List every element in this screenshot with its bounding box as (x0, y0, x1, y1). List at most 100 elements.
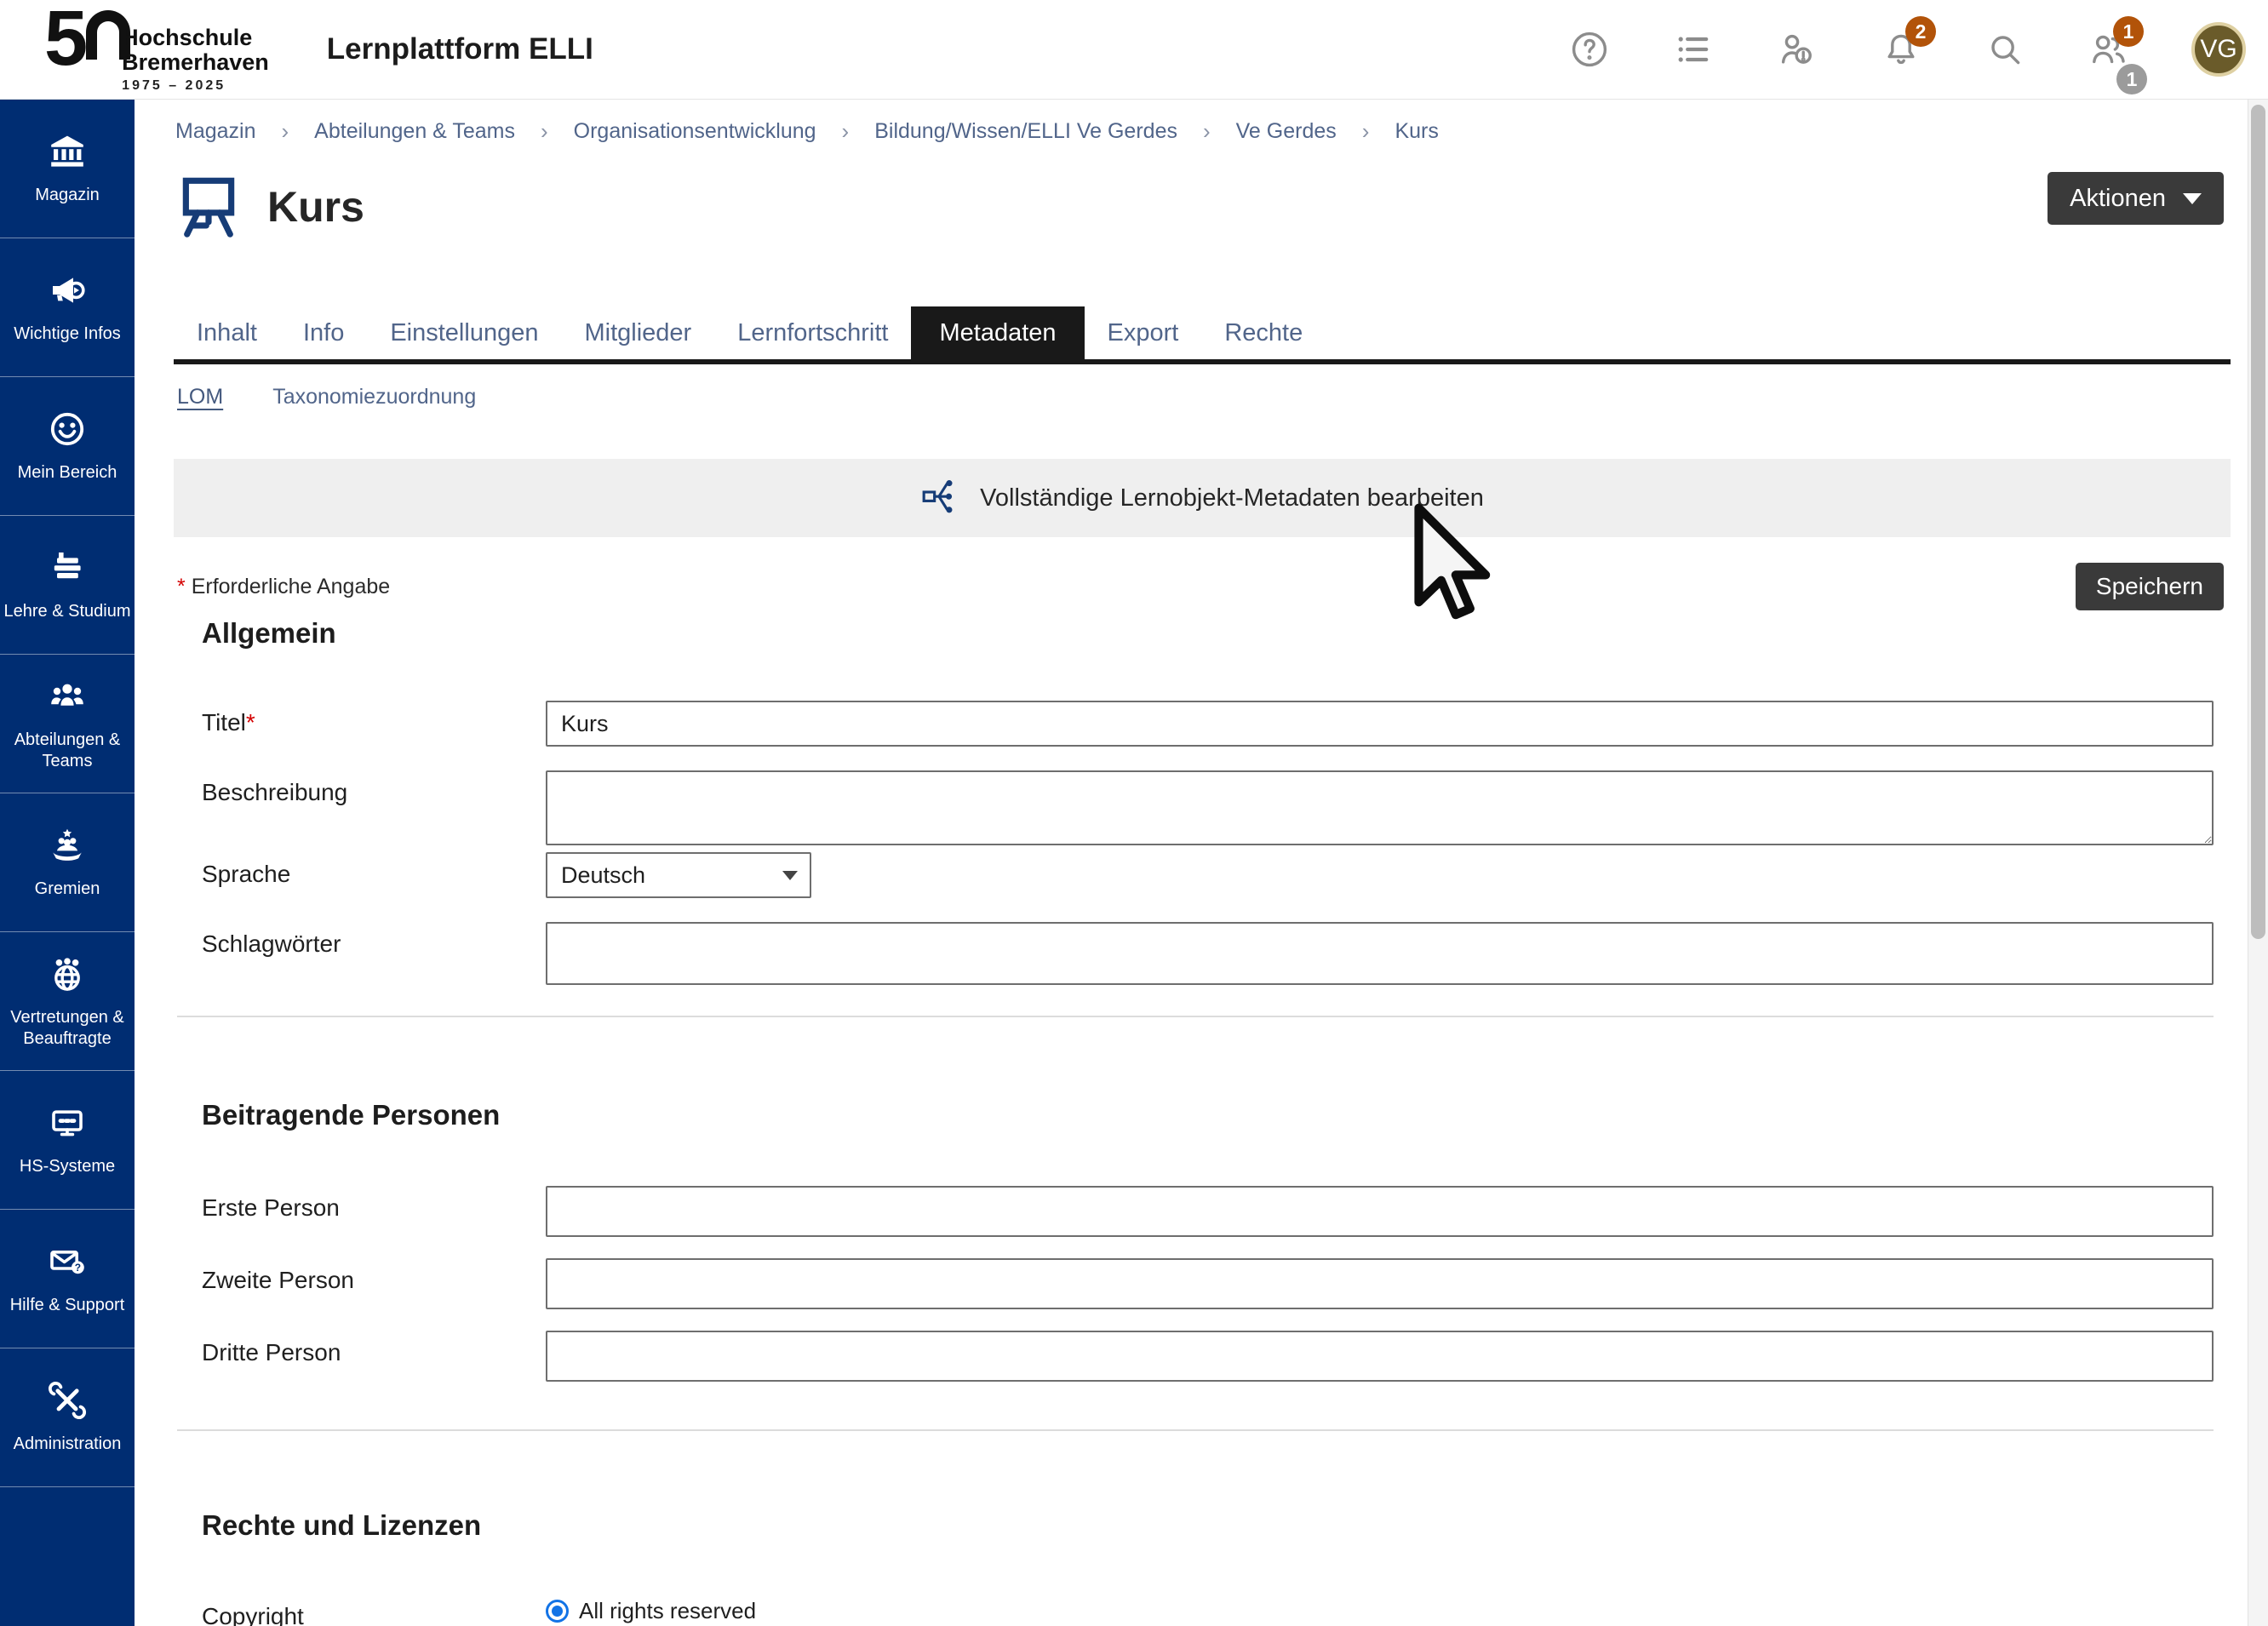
logo-line1: Hochschule (122, 26, 269, 50)
monitor-icon (47, 1102, 88, 1148)
breadcrumb-separator: › (842, 118, 850, 145)
list-menu-icon[interactable] (1672, 28, 1715, 71)
erste-person-input[interactable] (546, 1186, 2214, 1237)
logo-years: 1975 – 2025 (122, 78, 269, 94)
tab-einstellungen[interactable]: Einstellungen (367, 306, 561, 359)
sidebar-item-label: Abteilungen & Teams (3, 730, 132, 772)
app-title: Lernplattform ELLI (327, 32, 593, 66)
tab-rechte[interactable]: Rechte (1201, 306, 1326, 359)
breadcrumb-separator: › (541, 118, 548, 145)
mail-question-icon: ? (47, 1241, 88, 1286)
breadcrumb-item[interactable]: Magazin (175, 119, 256, 144)
breadcrumb-item[interactable]: Organisationsentwicklung (574, 119, 816, 144)
beschreibung-label: Beschreibung (202, 770, 546, 806)
sidebar-item-hs-systeme[interactable]: HS-Systeme (0, 1071, 135, 1210)
sidebar-item-lehre-studium[interactable]: Lehre & Studium (0, 516, 135, 655)
titel-label: Titel* (202, 701, 546, 736)
tab-metadaten[interactable]: Metadaten (911, 306, 1084, 359)
books-icon (47, 547, 88, 593)
metadata-subtabs: LOM Taxonomiezuordnung (174, 385, 2231, 409)
notifications-badge: 2 (1905, 16, 1936, 47)
copyright-label: Copyright (202, 1595, 546, 1626)
user-avatar[interactable]: VG (2191, 22, 2246, 77)
actions-button[interactable]: Aktionen (2048, 172, 2224, 225)
chevron-down-icon (2183, 193, 2202, 204)
sidebar-item-administration[interactable]: Administration (0, 1348, 135, 1487)
breadcrumb-separator: › (1203, 118, 1211, 145)
tab-info[interactable]: Info (280, 306, 367, 359)
sidebar-item-hilfe-support[interactable]: ? Hilfe & Support (0, 1210, 135, 1348)
required-asterisk: * (246, 709, 255, 736)
main-sidebar: Magazin Wichtige Infos Mein Bereich Lehr… (0, 100, 135, 1626)
sidebar-item-abteilungen-teams[interactable]: Abteilungen & Teams (0, 655, 135, 793)
breadcrumb-item[interactable]: Abteilungen & Teams (314, 119, 515, 144)
dritte-person-label: Dritte Person (202, 1331, 546, 1366)
dritte-person-input[interactable] (546, 1331, 2214, 1382)
sidebar-item-label: Lehre & Studium (4, 601, 131, 622)
page-title: Kurs (267, 182, 364, 232)
tree-branch-icon (920, 475, 963, 522)
schlagwoerter-input[interactable] (546, 922, 2214, 985)
sidebar-item-label: Wichtige Infos (14, 323, 121, 345)
vertical-scrollbar[interactable] (2248, 100, 2268, 1626)
form-row-copyright: Copyright All rights reserved (174, 1595, 2214, 1626)
edit-full-metadata-banner[interactable]: Vollständige Lernobjekt-Metadaten bearbe… (174, 459, 2231, 537)
erste-person-label: Erste Person (202, 1186, 546, 1222)
subtab-taxonomiezuordnung[interactable]: Taxonomiezuordnung (272, 385, 476, 409)
search-icon[interactable] (1984, 28, 2026, 71)
section-title-allgemein: Allgemein (174, 617, 2231, 650)
tab-export[interactable]: Export (1085, 306, 1202, 359)
sidebar-item-wichtige-infos[interactable]: Wichtige Infos (0, 238, 135, 377)
scrollbar-thumb[interactable] (2251, 105, 2265, 939)
sidebar-item-gremien[interactable]: Gremien (0, 793, 135, 932)
sidebar-item-label: Gremien (35, 879, 100, 900)
breadcrumb-item[interactable]: Kurs (1395, 119, 1438, 144)
main-content: Magazin › Abteilungen & Teams › Organisa… (135, 100, 2268, 1626)
sidebar-item-mein-bereich[interactable]: Mein Bereich (0, 377, 135, 516)
sidebar-item-vertretungen[interactable]: Vertretungen & Beauftragte (0, 932, 135, 1071)
sidebar-item-magazin[interactable]: Magazin (0, 100, 135, 238)
section-divider (177, 1429, 2214, 1431)
breadcrumb-separator: › (1362, 118, 1370, 145)
hochschule-bremerhaven-logo: 5 Hochschule Bremerhaven 1975 – 2025 (44, 5, 269, 94)
required-hint: * Erforderliche Angabe (177, 563, 390, 599)
megaphone-icon (47, 270, 88, 315)
breadcrumb: Magazin › Abteilungen & Teams › Organisa… (174, 100, 2231, 153)
subtab-lom[interactable]: LOM (177, 385, 223, 409)
bank-icon (47, 131, 88, 176)
form-row-schlagwoerter: Schlagwörter (174, 922, 2214, 985)
form-row-beschreibung: Beschreibung (174, 770, 2214, 845)
required-asterisk: * (177, 575, 186, 598)
zweite-person-label: Zweite Person (202, 1258, 546, 1294)
top-header: 5 Hochschule Bremerhaven 1975 – 2025 Ler… (0, 0, 2268, 100)
sidebar-item-label: Magazin (35, 185, 100, 206)
save-button[interactable]: Speichern (2076, 563, 2224, 610)
breadcrumb-item[interactable]: Bildung/Wissen/ELLI Ve Gerdes (874, 119, 1177, 144)
form-row-sprache: Sprache Deutsch (174, 852, 2214, 898)
notifications-bell-icon[interactable]: 2 (1880, 28, 1922, 71)
beschreibung-textarea[interactable] (546, 770, 2214, 845)
help-icon[interactable] (1568, 28, 1611, 71)
zweite-person-input[interactable] (546, 1258, 2214, 1309)
tools-icon (47, 1380, 88, 1425)
section-divider (177, 1016, 2214, 1017)
sprache-label: Sprache (202, 852, 546, 888)
contacts-icon[interactable]: 1 1 (2088, 28, 2130, 71)
people-icon (47, 676, 88, 721)
sidebar-item-label: Hilfe & Support (10, 1295, 125, 1316)
sprache-select[interactable]: Deutsch (546, 852, 811, 898)
tab-mitglieder[interactable]: Mitglieder (561, 306, 714, 359)
member-alert-icon[interactable] (1776, 28, 1818, 71)
svg-text:?: ? (75, 1262, 81, 1274)
tab-inhalt[interactable]: Inhalt (174, 306, 280, 359)
sidebar-item-label: Vertretungen & Beauftragte (3, 1007, 132, 1050)
copyright-radio[interactable] (546, 1600, 569, 1623)
sidebar-item-label: Administration (14, 1434, 122, 1455)
form-row-erste-person: Erste Person (174, 1186, 2214, 1237)
committee-icon (47, 825, 88, 870)
smiley-icon (47, 409, 88, 454)
tab-lernfortschritt[interactable]: Lernfortschritt (714, 306, 911, 359)
sidebar-item-label: Mein Bereich (18, 462, 117, 484)
breadcrumb-item[interactable]: Ve Gerdes (1236, 119, 1337, 144)
titel-input[interactable] (546, 701, 2214, 747)
